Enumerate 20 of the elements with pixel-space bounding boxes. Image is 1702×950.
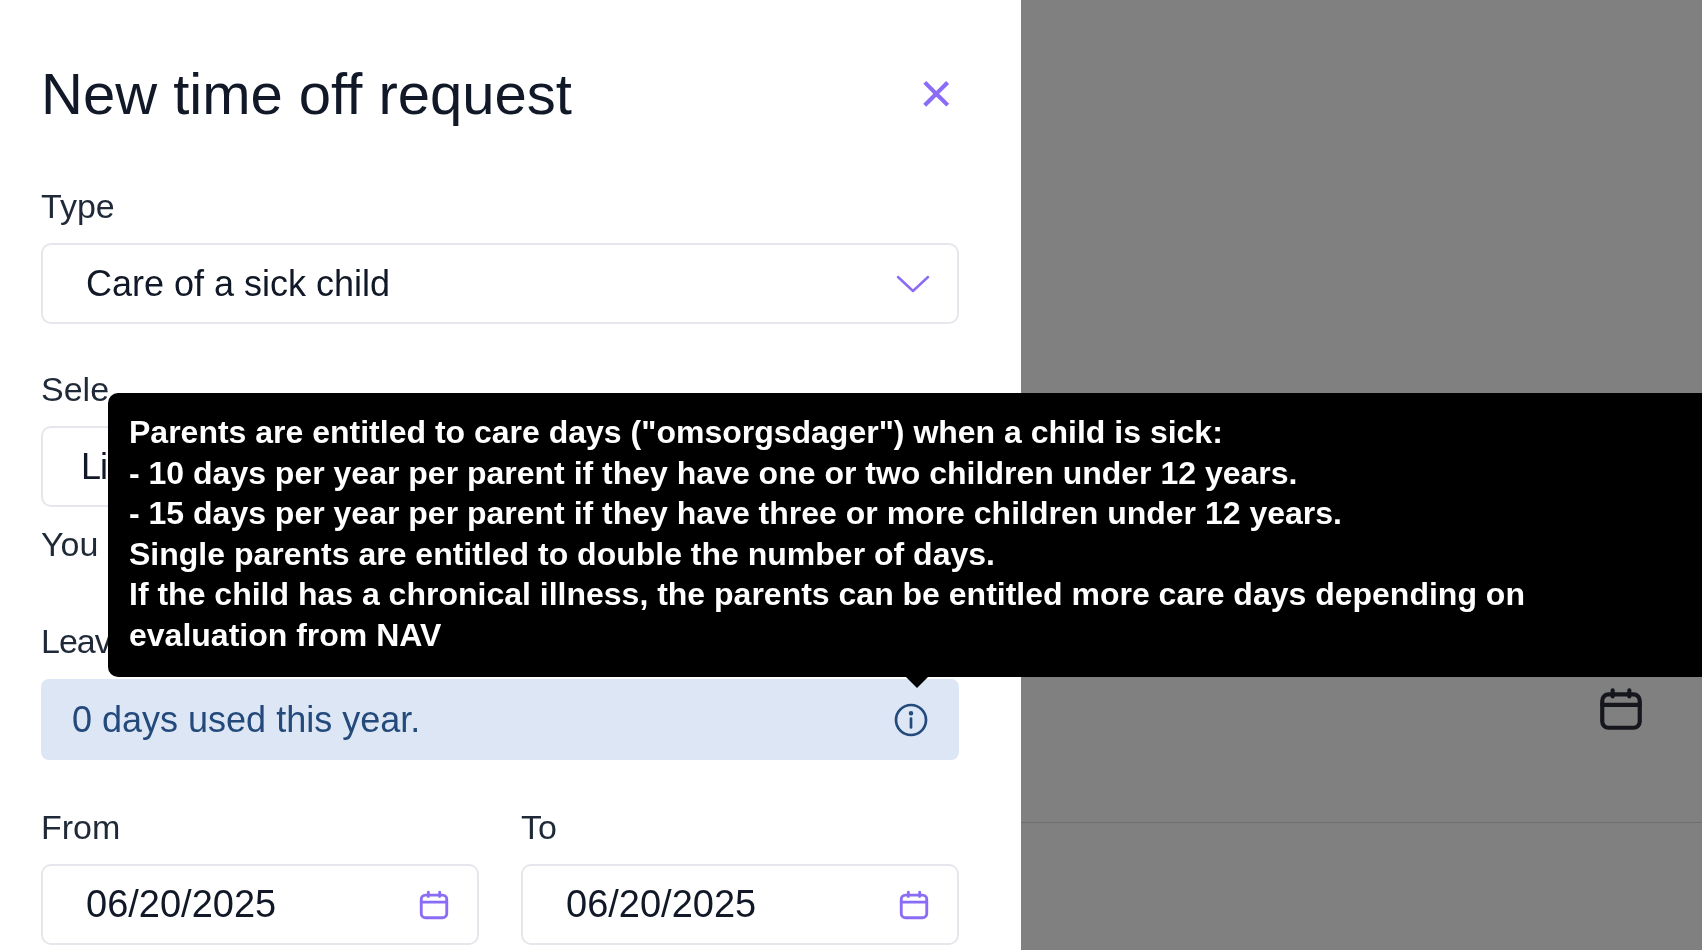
field-label: Sele — [41, 370, 110, 409]
field-label: Type — [41, 187, 115, 226]
tooltip-text: - 10 days per year per parent if they have one or two children under 12 years. — [129, 453, 1298, 493]
close-button[interactable]: × — [913, 64, 959, 122]
date-field[interactable]: 06/20/2025 — [41, 864, 479, 945]
type-select[interactable]: Care of a sick child — [41, 243, 959, 324]
field-label: Leav — [41, 622, 111, 661]
tooltip-text: If the child has a chronical illness, the parents can be entitled more care days depending on — [129, 575, 1525, 614]
chevron-down-icon — [895, 273, 931, 294]
tooltip-text: evaluation from NAV — [129, 615, 442, 655]
info-banner: 0 days used this year. — [41, 679, 959, 760]
dialog-title: New time off request — [41, 59, 572, 127]
tooltip-text: Single parents are entitled to double the number of days. — [129, 534, 995, 574]
info-icon[interactable] — [893, 701, 929, 738]
field-label: To — [521, 808, 557, 847]
tooltip-text: Parents are entitled to care days ("omsorgsdager") when a child is sick: — [129, 413, 1223, 452]
notice-text: You — [41, 525, 99, 564]
date-field[interactable]: 06/20/2025 — [521, 864, 959, 945]
tooltip-text: - 15 days per year per parent if they have three or more children under 12 years. — [129, 494, 1342, 533]
field-label: From — [41, 808, 121, 847]
